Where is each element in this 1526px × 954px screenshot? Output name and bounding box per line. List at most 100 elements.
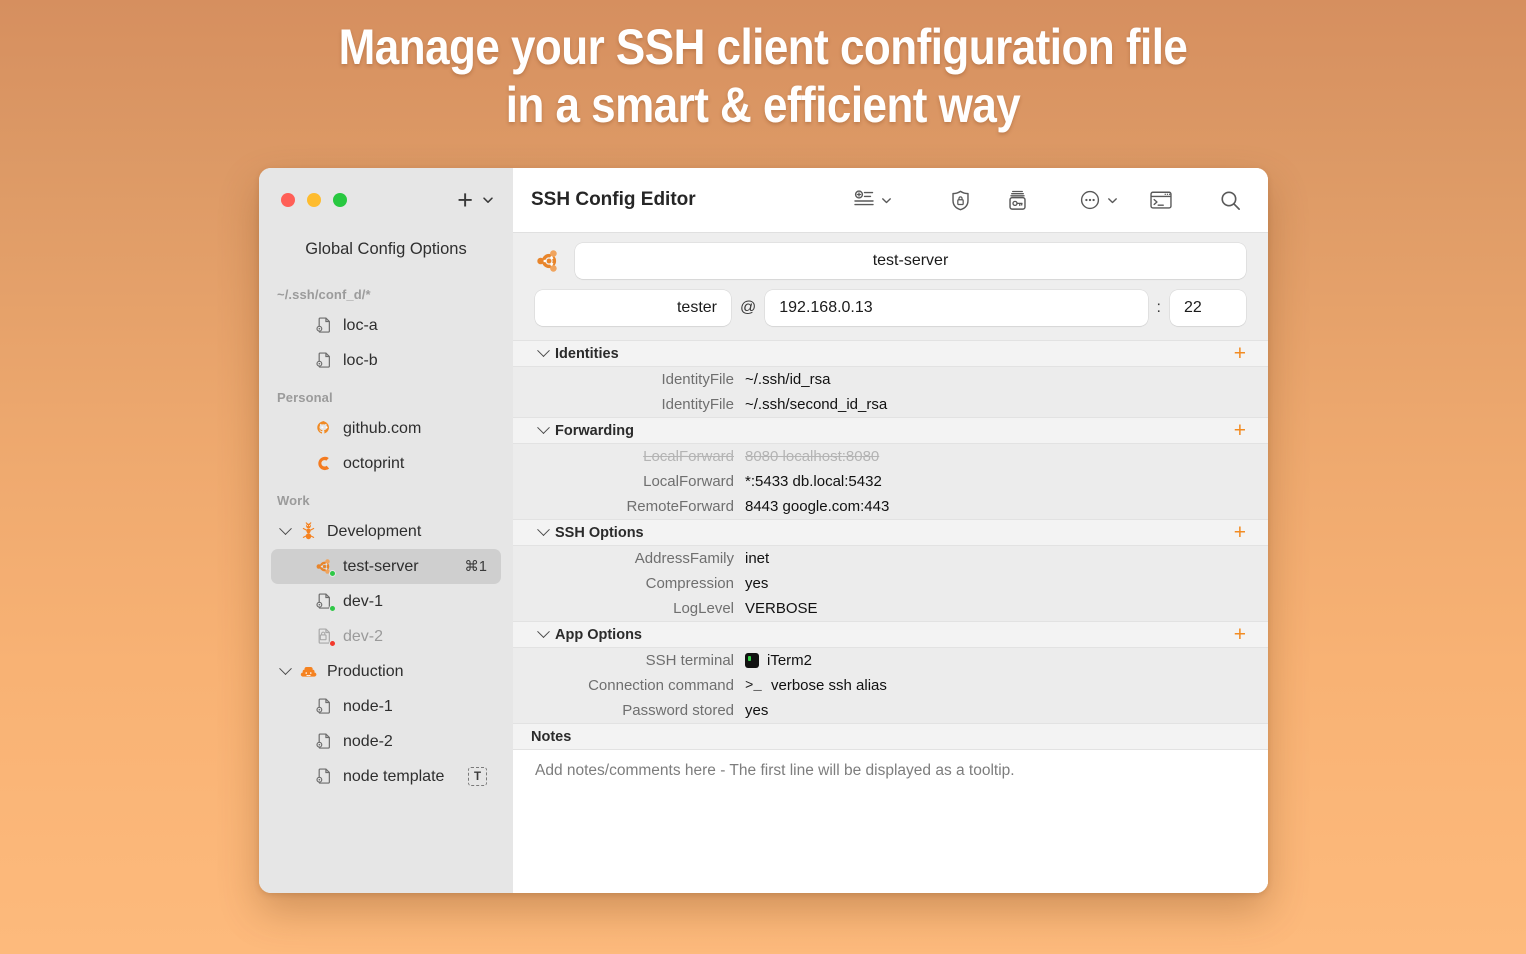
template-badge: T [468, 767, 487, 786]
config-row[interactable]: Connection command>_verbose ssh alias [513, 673, 1268, 698]
config-section-title: SSH Options [555, 525, 1227, 541]
config-value[interactable]: inet [745, 550, 769, 567]
sidebar-item-loc-b[interactable]: loc-b [271, 343, 501, 378]
port-input[interactable]: 22 [1170, 290, 1246, 326]
config-value-text: yes [745, 702, 768, 719]
config-row[interactable]: LocalForward*:5433 db.local:5432 [513, 469, 1268, 494]
traffic-lights [281, 193, 347, 207]
sidebar-item-node-1[interactable]: node-1 [271, 689, 501, 724]
notes-input[interactable]: Add notes/comments here - The first line… [513, 750, 1268, 893]
config-key: LocalForward [513, 473, 745, 490]
config-section-header[interactable]: Identities+ [513, 340, 1268, 367]
more-actions-button[interactable] [1077, 189, 1121, 211]
config-key: IdentityFile [513, 396, 745, 413]
list-add-button[interactable] [851, 189, 895, 211]
file-gear-icon [315, 697, 334, 716]
config-row[interactable]: RemoteForward8443 google.com:443 [513, 494, 1268, 519]
config-value[interactable]: ~/.ssh/id_rsa [745, 371, 830, 388]
add-option-button[interactable]: + [1234, 627, 1246, 642]
chevron-down-icon [1106, 194, 1119, 207]
config-value[interactable]: ~/.ssh/second_id_rsa [745, 396, 887, 413]
config-key: AddressFamily [513, 550, 745, 567]
chevron-down-icon[interactable] [537, 625, 550, 638]
config-row[interactable]: AddressFamilyinet [513, 546, 1268, 571]
config-value-text: ~/.ssh/id_rsa [745, 371, 830, 388]
sidebar-item-octoprint[interactable]: octoprint [271, 446, 501, 481]
config-key: Connection command [513, 677, 745, 694]
config-section-header[interactable]: SSH Options + [513, 519, 1268, 546]
sidebar-section-header: Personal [259, 378, 513, 411]
close-button[interactable] [281, 193, 295, 207]
keychain-button[interactable] [1004, 189, 1031, 212]
config-value-text: *:5433 db.local:5432 [745, 473, 882, 490]
sidebar-item-label: Production [327, 663, 487, 681]
chevron-down-icon[interactable] [279, 522, 292, 535]
config-row[interactable]: LocalForward8080 localhost:8080 [513, 444, 1268, 469]
sidebar-item-node-2[interactable]: node-2 [271, 724, 501, 759]
config-value[interactable]: 8443 google.com:443 [745, 498, 889, 515]
config-row[interactable]: Compressionyes [513, 571, 1268, 596]
file-lock-icon [315, 627, 334, 646]
config-section-header[interactable]: App Options+ [513, 621, 1268, 648]
add-option-button[interactable]: + [1234, 346, 1246, 361]
config-section-header[interactable]: Forwarding+ [513, 417, 1268, 444]
at-separator: @ [740, 299, 756, 317]
poop-group-icon [299, 662, 318, 681]
file-gear-icon [315, 351, 334, 370]
ellipsis-circle-icon [1079, 189, 1101, 211]
chevron-down-icon[interactable] [481, 193, 495, 207]
sidebar-section-header: Work [259, 481, 513, 514]
global-config-options[interactable]: Global Config Options [259, 232, 513, 275]
config-section-body: AddressFamilyinetCompressionyesLogLevelV… [513, 546, 1268, 621]
app-window: + Global Config Options ~/.ssh/conf_d/*l… [259, 168, 1268, 893]
config-value[interactable]: *:5433 db.local:5432 [745, 473, 882, 490]
security-button[interactable] [947, 189, 974, 212]
config-key: Compression [513, 575, 745, 592]
open-terminal-button[interactable] [1147, 189, 1175, 211]
config-value[interactable]: VERBOSE [745, 600, 818, 617]
sidebar: + Global Config Options ~/.ssh/conf_d/*l… [259, 168, 513, 893]
config-row[interactable]: SSH terminaliTerm2 [513, 648, 1268, 673]
host-name-input[interactable]: test-server [575, 243, 1246, 279]
hostname-input[interactable]: 192.168.0.13 [765, 290, 1147, 326]
sidebar-titlebar: + [259, 168, 513, 232]
status-dot [329, 605, 336, 612]
shield-lock-icon [949, 189, 972, 212]
chevron-down-icon[interactable] [537, 523, 550, 536]
zoom-button[interactable] [333, 193, 347, 207]
config-value-text: 8080 localhost:8080 [745, 448, 879, 465]
chevron-down-icon[interactable] [537, 421, 550, 434]
config-value[interactable]: 8080 localhost:8080 [745, 448, 879, 465]
sidebar-item-dev-2[interactable]: dev-2 [271, 619, 501, 654]
search-button[interactable] [1217, 189, 1244, 212]
key-box-icon [1006, 189, 1029, 212]
config-row[interactable]: IdentityFile~/.ssh/id_rsa [513, 367, 1268, 392]
sidebar-item-development[interactable]: Development [271, 514, 501, 549]
config-section-body: SSH terminaliTerm2Connection command>_ve… [513, 648, 1268, 723]
config-value[interactable]: yes [745, 575, 768, 592]
config-value[interactable]: iTerm2 [745, 652, 812, 669]
sidebar-item-node-template[interactable]: node templateT [271, 759, 501, 794]
toolbar: SSH Config Editor [513, 168, 1268, 232]
add-option-button[interactable]: + [1234, 423, 1246, 438]
sidebar-item-test-server[interactable]: test-server⌘1 [271, 549, 501, 584]
sidebar-item-label: loc-b [343, 352, 487, 370]
config-value[interactable]: >_verbose ssh alias [745, 677, 887, 694]
config-row[interactable]: Password storedyes [513, 698, 1268, 723]
user-input[interactable]: tester [535, 290, 731, 326]
sidebar-item-github-com[interactable]: github.com [271, 411, 501, 446]
chevron-down-icon[interactable] [279, 662, 292, 675]
sidebar-item-loc-a[interactable]: loc-a [271, 308, 501, 343]
config-row[interactable]: LogLevelVERBOSE [513, 596, 1268, 621]
sidebar-item-production[interactable]: Production [271, 654, 501, 689]
config-section-body: LocalForward8080 localhost:8080LocalForw… [513, 444, 1268, 519]
sidebar-item-dev-1[interactable]: dev-1 [271, 584, 501, 619]
config-value-text: ~/.ssh/second_id_rsa [745, 396, 887, 413]
add-host-button[interactable]: + [457, 191, 473, 209]
config-key: RemoteForward [513, 498, 745, 515]
add-option-button[interactable]: + [1234, 525, 1246, 540]
config-row[interactable]: IdentityFile~/.ssh/second_id_rsa [513, 392, 1268, 417]
minimize-button[interactable] [307, 193, 321, 207]
chevron-down-icon[interactable] [537, 344, 550, 357]
config-value[interactable]: yes [745, 702, 768, 719]
